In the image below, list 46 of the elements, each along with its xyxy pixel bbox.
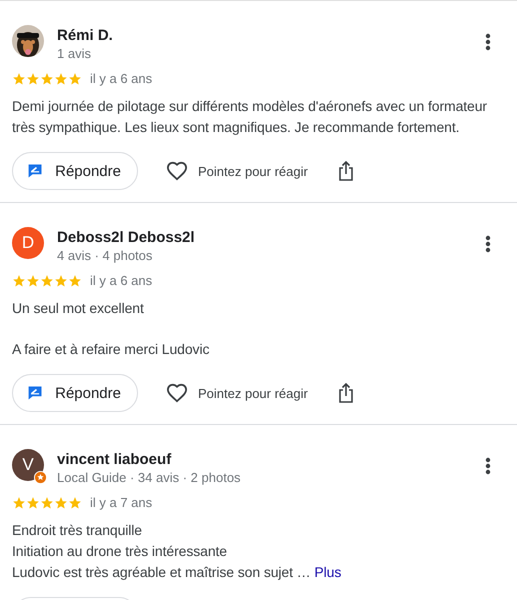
review-text: Un seul mot excellent bbox=[12, 299, 145, 318]
share-icon[interactable] bbox=[338, 161, 354, 181]
review-date: il y a 6 ans bbox=[90, 71, 152, 86]
review-text: Initiation au drone très intéressante bbox=[12, 542, 228, 561]
star-icon bbox=[12, 496, 26, 510]
reviewer-name[interactable]: Deboss2l Deboss2l bbox=[57, 229, 472, 246]
review-text: Demi journée de pilotage sur différents modèles d'aéronefs avec un formateur très sympathique. Les lieux sont magnifiques. Je recommande fortement. bbox=[12, 97, 488, 137]
star-icon bbox=[68, 274, 82, 288]
review-date: il y a 6 ans bbox=[90, 273, 152, 288]
star-icon bbox=[26, 72, 40, 86]
more-options-icon[interactable] bbox=[485, 457, 491, 475]
reply-icon bbox=[27, 162, 44, 180]
more-options-icon[interactable] bbox=[485, 33, 491, 51]
star-icon bbox=[68, 72, 82, 86]
avatar: V bbox=[12, 449, 44, 481]
review-text: A faire et à refaire merci Ludovic bbox=[12, 340, 210, 359]
star-icon bbox=[68, 496, 82, 510]
reply-button[interactable]: Répondre bbox=[12, 152, 138, 190]
star-icon bbox=[12, 274, 26, 288]
star-icon bbox=[26, 496, 40, 510]
react-button[interactable]: Pointez pour réagir bbox=[166, 161, 308, 181]
star-icon bbox=[12, 72, 26, 86]
avatar: D bbox=[12, 227, 44, 259]
reply-button[interactable]: Répondre bbox=[12, 374, 138, 412]
reviewer-info: 4 avis · 4 photos bbox=[57, 248, 154, 263]
reviewer-info: Local Guide · 34 avis · 2 photos bbox=[57, 470, 242, 485]
heart-icon bbox=[166, 161, 188, 181]
star-icon bbox=[54, 496, 68, 510]
review-date: il y a 7 ans bbox=[90, 495, 152, 510]
react-button[interactable]: Pointez pour réagir bbox=[166, 383, 308, 403]
star-icon bbox=[40, 274, 54, 288]
reviewer-name[interactable]: vincent liaboeuf bbox=[57, 451, 472, 468]
review-text: Endroit très tranquille bbox=[12, 521, 143, 540]
reviewer-info: 1 avis bbox=[57, 46, 92, 61]
share-icon[interactable] bbox=[338, 383, 354, 403]
reviewer-name[interactable]: Rémi D. bbox=[57, 27, 472, 44]
star-icon bbox=[26, 274, 40, 288]
reply-icon bbox=[27, 384, 44, 402]
star-icon bbox=[40, 72, 54, 86]
more-link[interactable]: Plus bbox=[314, 564, 342, 580]
star-icon bbox=[54, 274, 68, 288]
star-icon bbox=[54, 72, 68, 86]
review-text: Ludovic est très agréable et maîtrise son sujet … Plus bbox=[12, 563, 342, 582]
star-icon bbox=[40, 496, 54, 510]
more-options-icon[interactable] bbox=[485, 235, 491, 253]
heart-icon bbox=[166, 383, 188, 403]
